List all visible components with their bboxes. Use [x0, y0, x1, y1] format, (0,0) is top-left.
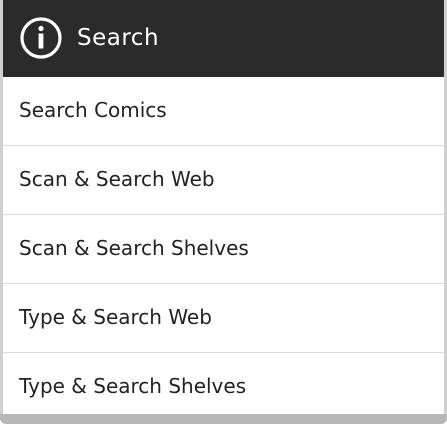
search-screen: Search Search Comics Scan & Search Web S…: [0, 0, 447, 433]
search-options-list: Search Comics Scan & Search Web Scan & S…: [0, 77, 447, 421]
screen-title: Search: [77, 25, 160, 51]
list-item-label: Scan & Search Shelves: [19, 236, 249, 260]
list-item-label: Scan & Search Web: [19, 167, 215, 191]
info-circle-icon[interactable]: [19, 16, 63, 60]
list-item-scan-search-web[interactable]: Scan & Search Web: [3, 146, 444, 215]
dialog-bottom-edge: [0, 414, 447, 433]
list-item-scan-search-shelves[interactable]: Scan & Search Shelves: [3, 215, 444, 284]
list-item-label: Type & Search Shelves: [19, 374, 247, 398]
list-item-label: Search Comics: [19, 98, 167, 122]
bottom-shadow: [0, 414, 447, 424]
list-item-label: Type & Search Web: [19, 305, 212, 329]
list-item-type-search-shelves[interactable]: Type & Search Shelves: [3, 353, 444, 421]
list-item-search-comics[interactable]: Search Comics: [3, 77, 444, 146]
action-bar: Search: [0, 0, 447, 77]
list-item-type-search-web[interactable]: Type & Search Web: [3, 284, 444, 353]
